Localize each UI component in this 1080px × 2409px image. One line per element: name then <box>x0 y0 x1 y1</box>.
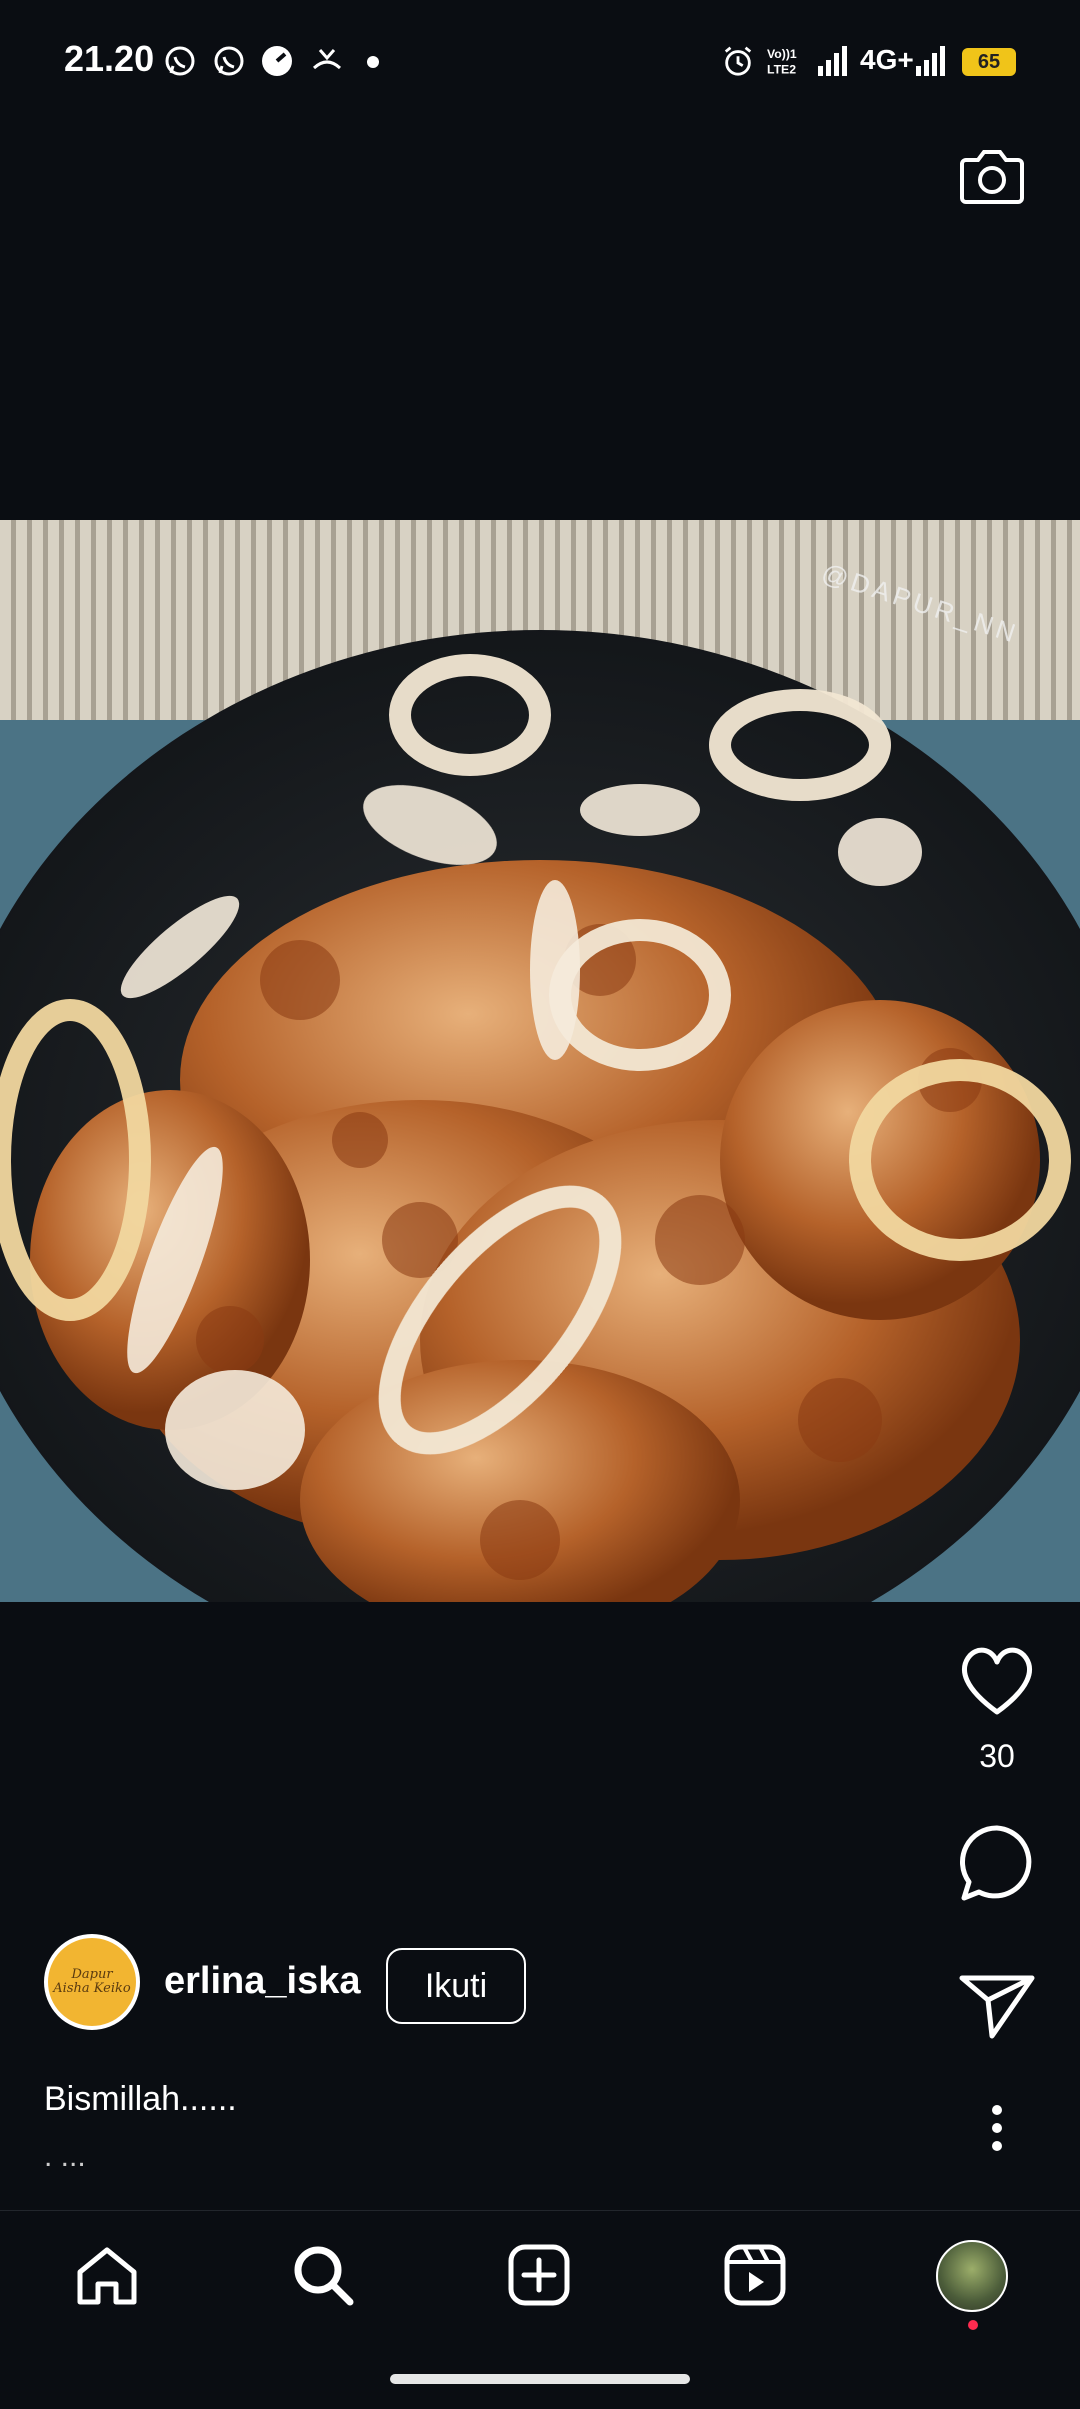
reels-icon[interactable] <box>722 2242 788 2308</box>
notification-dot <box>968 2320 978 2330</box>
home-icon[interactable] <box>74 2242 140 2308</box>
camera-icon[interactable] <box>958 146 1026 208</box>
speed-icon <box>262 46 292 76</box>
svg-text:LTE2: LTE2 <box>767 62 796 76</box>
like-count[interactable]: 30 <box>954 1738 1040 1775</box>
post-photo[interactable]: @DAPUR_NN <box>0 520 1080 1602</box>
author-username[interactable]: erlina_iska <box>164 1960 360 2003</box>
search-icon[interactable] <box>290 2242 356 2308</box>
post-caption[interactable]: Bismillah...... <box>44 2080 237 2119</box>
follow-button[interactable]: Ikuti <box>386 1948 526 2024</box>
heart-icon[interactable] <box>954 1640 1040 1720</box>
svg-text:Vo))1: Vo))1 <box>767 47 797 61</box>
avatar-logo-line1: Dapur <box>71 1967 113 1982</box>
more-icon[interactable] <box>954 2104 1040 2152</box>
share-icon[interactable] <box>954 1966 1040 2042</box>
home-indicator[interactable] <box>390 2374 690 2384</box>
profile-avatar[interactable] <box>936 2240 1008 2312</box>
dot-icon <box>367 56 379 68</box>
add-icon[interactable] <box>506 2242 572 2308</box>
author-avatar[interactable]: Dapur Aisha Keiko <box>44 1934 140 2030</box>
missed-call-icon <box>312 49 342 70</box>
signal-icon <box>916 46 945 76</box>
food-photo: @DAPUR_NN <box>0 520 1080 1602</box>
avatar-logo-line2: Aisha Keiko <box>53 1981 131 1996</box>
volte-icon: Vo))1 LTE2 <box>767 47 797 76</box>
whatsapp-icon <box>214 46 244 76</box>
status-time: 21.20 <box>64 38 155 79</box>
network-type: 4G+ <box>860 44 914 75</box>
battery-indicator: 65 <box>962 48 1016 76</box>
comment-icon[interactable] <box>954 1820 1040 1906</box>
signal-icon <box>818 46 847 76</box>
status-bar: 21.20 Vo))1 LTE2 4G+ 65 <box>0 0 1080 100</box>
alarm-icon <box>724 46 752 76</box>
whatsapp-icon <box>165 46 195 76</box>
caption-more[interactable]: . ... <box>44 2140 86 2174</box>
